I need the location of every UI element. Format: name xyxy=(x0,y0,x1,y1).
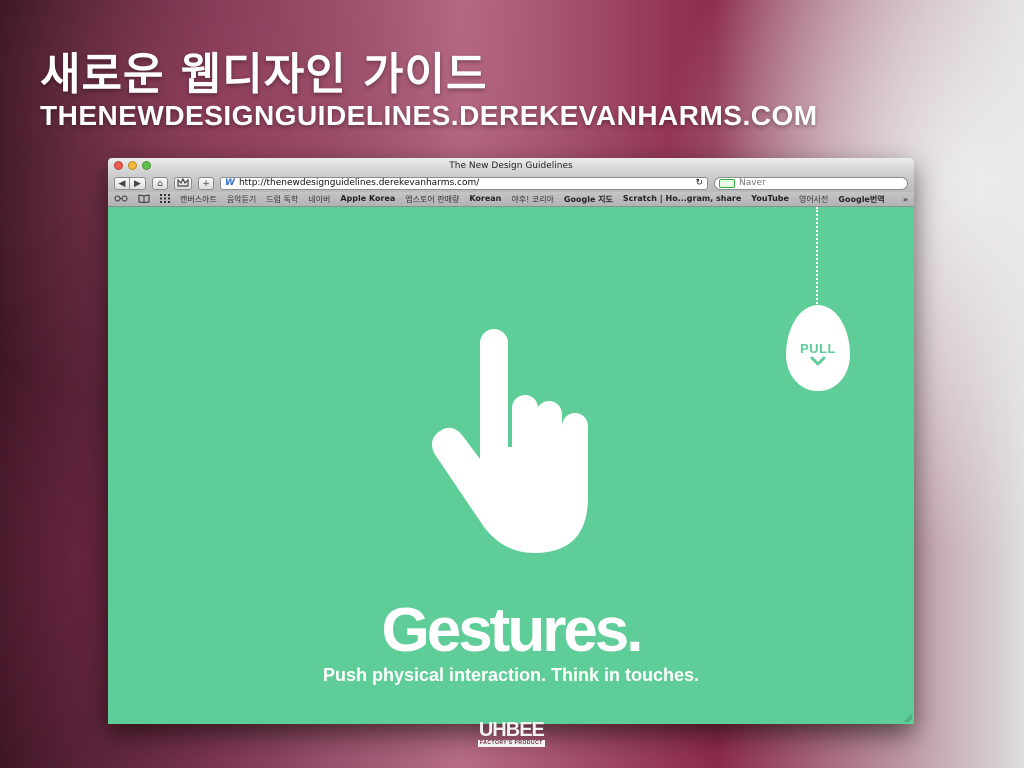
bookmark-item[interactable]: 캔버스아트 xyxy=(180,194,217,205)
page-subheading: Push physical interaction. Think in touc… xyxy=(322,665,700,685)
address-bar[interactable]: W http://thenewdesignguidelines.derekeva… xyxy=(220,176,708,190)
back-button[interactable]: ◀ xyxy=(114,176,130,190)
search-field[interactable] xyxy=(714,176,908,190)
watermark-logo: UHBEE FACTORY'S PRODUCT xyxy=(478,720,545,747)
slide-url: THENEWDESIGNGUIDELINES.DEREKEVANHARMS.CO… xyxy=(40,100,818,131)
reload-icon[interactable]: ↻ xyxy=(695,178,703,188)
bookmarks-bar: 캔버스아트 음악듣기 드럼 독학 네이버 Apple Korea 앱스토어 판매량 Kore… xyxy=(108,192,914,207)
bookmark-item[interactable]: 네이버 xyxy=(308,194,330,205)
chevron-down-icon xyxy=(810,356,826,365)
reading-glasses-icon[interactable] xyxy=(114,195,128,204)
browser-window: The New Design Guidelines ◀ ▶ ⌂ + W http… xyxy=(108,158,914,724)
crown-icon xyxy=(177,177,189,187)
window-controls xyxy=(114,161,151,170)
plus-icon: + xyxy=(202,178,210,189)
title-bar: The New Design Guidelines xyxy=(108,158,914,174)
bookmark-item[interactable]: 영어사전 xyxy=(799,194,828,205)
page-content: Gestures. Push physical interaction. Thi… xyxy=(108,207,914,724)
forward-button[interactable]: ▶ xyxy=(130,176,146,190)
bookmark-item[interactable]: YouTube xyxy=(751,194,789,205)
bookmark-item[interactable]: Apple Korea xyxy=(340,194,395,205)
reading-list-button[interactable] xyxy=(174,176,192,190)
search-engine-icon xyxy=(719,178,735,188)
bookmark-item[interactable]: Korean xyxy=(469,194,501,205)
home-icon: ⌂ xyxy=(157,178,163,189)
address-text: http://thenewdesignguidelines.derekevanh… xyxy=(238,178,480,188)
minimize-window-button[interactable] xyxy=(128,161,137,170)
slide-title: 새로운 웹디자인 가이드 xyxy=(40,49,488,100)
bookmark-item[interactable]: 앱스토어 판매량 xyxy=(405,194,459,205)
book-icon[interactable] xyxy=(138,193,150,205)
nav-buttons: ◀ ▶ xyxy=(114,176,146,190)
search-input[interactable] xyxy=(739,178,889,188)
bookmark-item[interactable]: 음악듣기 xyxy=(227,194,256,205)
pointing-hand-icon xyxy=(432,329,588,553)
home-button[interactable]: ⌂ xyxy=(152,176,168,190)
bookmark-item[interactable]: 야후! 코리아 xyxy=(511,194,554,205)
bookmark-item[interactable]: Scratch | Ho...gram, share xyxy=(623,194,741,205)
site-favicon-icon: W xyxy=(225,178,235,188)
bookmark-item[interactable]: 드럼 독학 xyxy=(266,194,298,205)
zoom-window-button[interactable] xyxy=(142,161,151,170)
add-bookmark-button[interactable]: + xyxy=(198,176,214,190)
pull-string xyxy=(816,207,818,307)
pull-tab-button[interactable]: PULL xyxy=(786,305,850,391)
bookmark-item[interactable]: Google번역 xyxy=(838,194,884,205)
more-bookmarks-button[interactable]: » xyxy=(903,195,908,204)
forward-icon: ▶ xyxy=(134,178,141,189)
bookmark-list: 캔버스아트 음악듣기 드럼 독학 네이버 Apple Korea 앱스토어 판매량 Kore… xyxy=(180,194,885,205)
resize-grip[interactable] xyxy=(904,714,912,722)
back-icon: ◀ xyxy=(118,178,126,189)
close-window-button[interactable] xyxy=(114,161,123,170)
watermark-main: UHBEE xyxy=(478,719,545,741)
top-sites-grid-icon[interactable] xyxy=(160,193,170,205)
browser-toolbar: ◀ ▶ ⌂ + W http://thenewdesignguidelines.… xyxy=(108,174,914,192)
page-heading: Gestures. xyxy=(381,596,643,665)
bookmark-item[interactable]: Google 지도 xyxy=(564,194,613,205)
watermark-sub: FACTORY'S PRODUCT xyxy=(478,740,545,747)
pull-label: PULL xyxy=(800,340,836,356)
window-title: The New Design Guidelines xyxy=(449,161,573,171)
